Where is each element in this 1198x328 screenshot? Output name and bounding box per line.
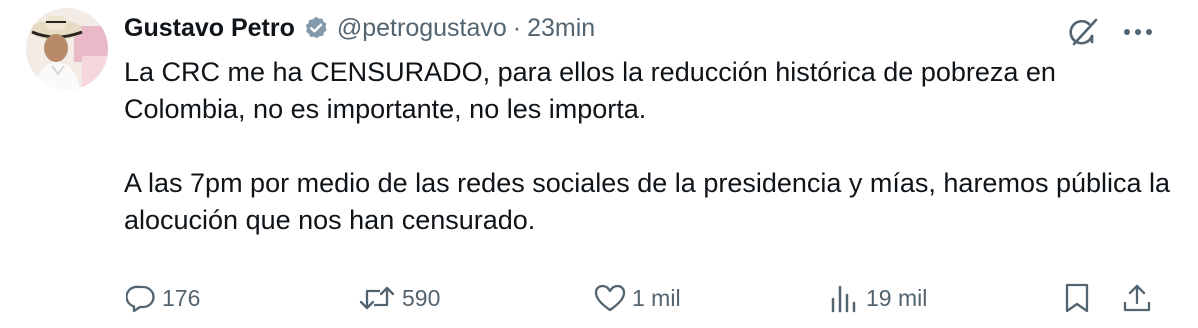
header-separator: · <box>512 13 522 42</box>
grok-slash-icon <box>1067 15 1101 49</box>
grok-button[interactable] <box>1064 12 1104 52</box>
repost-button[interactable]: 590 <box>358 278 440 318</box>
bar-chart-icon <box>828 283 860 313</box>
share-button[interactable] <box>1122 278 1152 318</box>
bookmark-icon <box>1062 282 1092 314</box>
tweet-paragraph: A las 7pm por medio de las redes sociale… <box>124 168 1171 235</box>
more-options-button[interactable] <box>1118 12 1158 52</box>
author-display-name[interactable]: Gustavo Petro <box>124 14 295 43</box>
action-bar: 176 590 1 mil 19 mil <box>124 278 1164 318</box>
like-button[interactable]: 1 mil <box>594 278 681 318</box>
repost-count: 590 <box>402 284 441 311</box>
reply-count: 176 <box>162 284 201 311</box>
tweet-timestamp[interactable]: 23min <box>527 14 595 43</box>
tweet-paragraph: La CRC me ha CENSURADO, para ellos la re… <box>124 57 1056 124</box>
ellipsis-icon <box>1122 27 1154 37</box>
author-handle[interactable]: @petrogustavo <box>337 14 507 43</box>
views-button[interactable]: 19 mil <box>828 278 927 318</box>
repost-arrows-icon <box>358 283 396 313</box>
share-upload-icon <box>1122 282 1152 314</box>
heart-icon <box>594 283 626 313</box>
reply-button[interactable]: 176 <box>126 278 200 318</box>
bookmark-button[interactable] <box>1062 278 1092 318</box>
avatar[interactable] <box>26 8 108 90</box>
tweet-card[interactable]: Gustavo Petro @petrogustavo · 23min La C… <box>0 0 1198 328</box>
tweet-header: Gustavo Petro @petrogustavo · 23min <box>124 10 595 46</box>
like-count: 1 mil <box>632 284 681 311</box>
speech-bubble-icon <box>126 283 156 313</box>
view-count: 19 mil <box>866 284 928 311</box>
avatar-image <box>26 8 108 90</box>
tweet-text: La CRC me ha CENSURADO, para ellos la re… <box>124 54 1174 239</box>
verified-badge-icon <box>303 15 329 41</box>
